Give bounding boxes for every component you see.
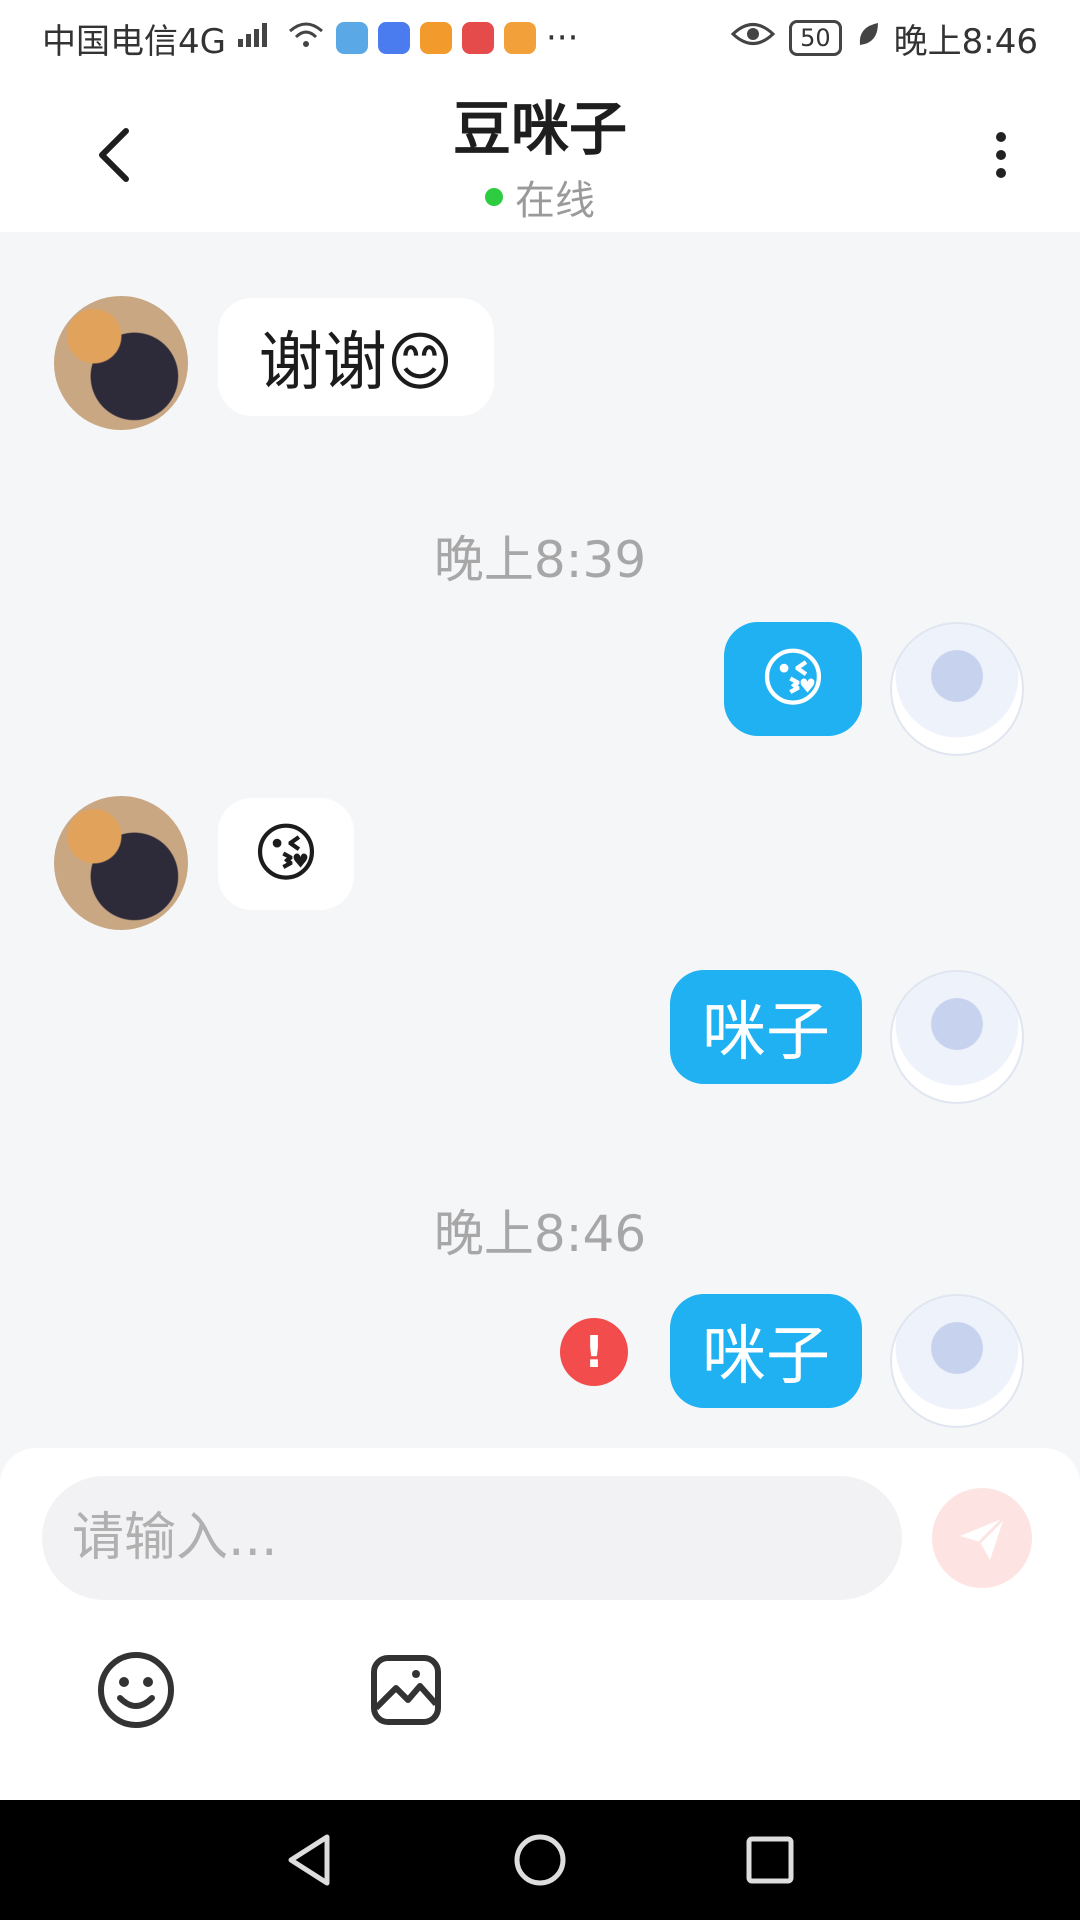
chat-header: 豆咪子 在线 — [0, 76, 1080, 232]
message-text: 😘 — [759, 642, 827, 716]
message-input[interactable] — [42, 1476, 902, 1600]
composer — [0, 1448, 1080, 1800]
status-left: 中国电信4G ··· — [42, 14, 731, 63]
message-text: 咪子 — [702, 1320, 830, 1394]
status-bar: 中国电信4G ··· 50 晚上8:46 — [0, 0, 1080, 76]
emoji-icon — [98, 1652, 174, 1728]
app-notification-icon-5 — [503, 22, 536, 54]
nav-home-button[interactable] — [510, 1830, 570, 1890]
more-vertical-icon-dot — [996, 150, 1006, 160]
square-recents-icon — [746, 1836, 794, 1884]
leaf-icon — [856, 18, 880, 58]
more-vertical-icon-dot — [996, 168, 1006, 178]
presence-status: 在线 — [485, 168, 595, 226]
message-bubble-outgoing[interactable]: 😘 — [724, 622, 862, 736]
message-list[interactable]: 谢谢😊 晚上8:39 😘 😘 咪子 晚上8:46 ! 咪子 — [0, 232, 1080, 1448]
contact-avatar[interactable] — [54, 796, 188, 930]
message-text: 咪子 — [702, 996, 830, 1070]
contact-name: 豆咪子 — [452, 95, 627, 163]
chevron-left-icon — [99, 128, 129, 182]
send-failed-icon[interactable]: ! — [560, 1318, 628, 1386]
message-text: 谢谢😊 — [258, 326, 454, 400]
triangle-back-icon — [288, 1834, 330, 1886]
wifi-icon — [286, 18, 326, 58]
emoji-button[interactable] — [94, 1648, 178, 1732]
online-indicator-icon — [485, 188, 503, 206]
send-button[interactable] — [932, 1488, 1032, 1588]
presence-label: 在线 — [515, 178, 595, 224]
clock-label: 晚上8:46 — [893, 21, 1038, 62]
eye-icon — [730, 18, 776, 58]
my-avatar[interactable] — [890, 622, 1024, 756]
signal-icon — [236, 18, 276, 58]
message-bubble-outgoing[interactable]: 咪子 — [670, 970, 862, 1084]
battery-icon: 50 — [789, 20, 842, 56]
system-nav-bar — [0, 1800, 1080, 1920]
message-text: 😘 — [252, 817, 320, 891]
status-right: 50 晚上8:46 — [730, 14, 1038, 63]
more-vertical-icon — [996, 132, 1006, 142]
app-notification-icon-2 — [377, 22, 410, 54]
back-button[interactable] — [84, 120, 144, 190]
carrier-label: 中国电信4G — [42, 21, 226, 62]
message-bubble-incoming[interactable]: 谢谢😊 — [218, 298, 494, 416]
message-bubble-outgoing[interactable]: 咪子 — [670, 1294, 862, 1408]
message-bubble-incoming[interactable]: 😘 — [218, 798, 354, 910]
more-notifications-icon: ··· — [545, 18, 579, 58]
contact-avatar[interactable] — [54, 296, 188, 430]
app-notification-icon-4 — [461, 22, 494, 54]
app-notification-icon-3 — [419, 22, 452, 54]
more-options-button[interactable] — [966, 120, 1036, 190]
my-avatar[interactable] — [890, 970, 1024, 1104]
image-icon — [371, 1655, 441, 1725]
message-timestamp: 晚上8:46 — [433, 1205, 647, 1263]
message-timestamp: 晚上8:39 — [433, 531, 647, 589]
my-avatar[interactable] — [890, 1294, 1024, 1428]
circle-home-icon — [514, 1834, 566, 1886]
nav-back-button[interactable] — [280, 1830, 340, 1890]
image-button[interactable] — [364, 1648, 448, 1732]
app-notification-icon-1 — [335, 22, 368, 54]
nav-recents-button[interactable] — [740, 1830, 800, 1890]
paper-plane-icon — [960, 1516, 1006, 1560]
